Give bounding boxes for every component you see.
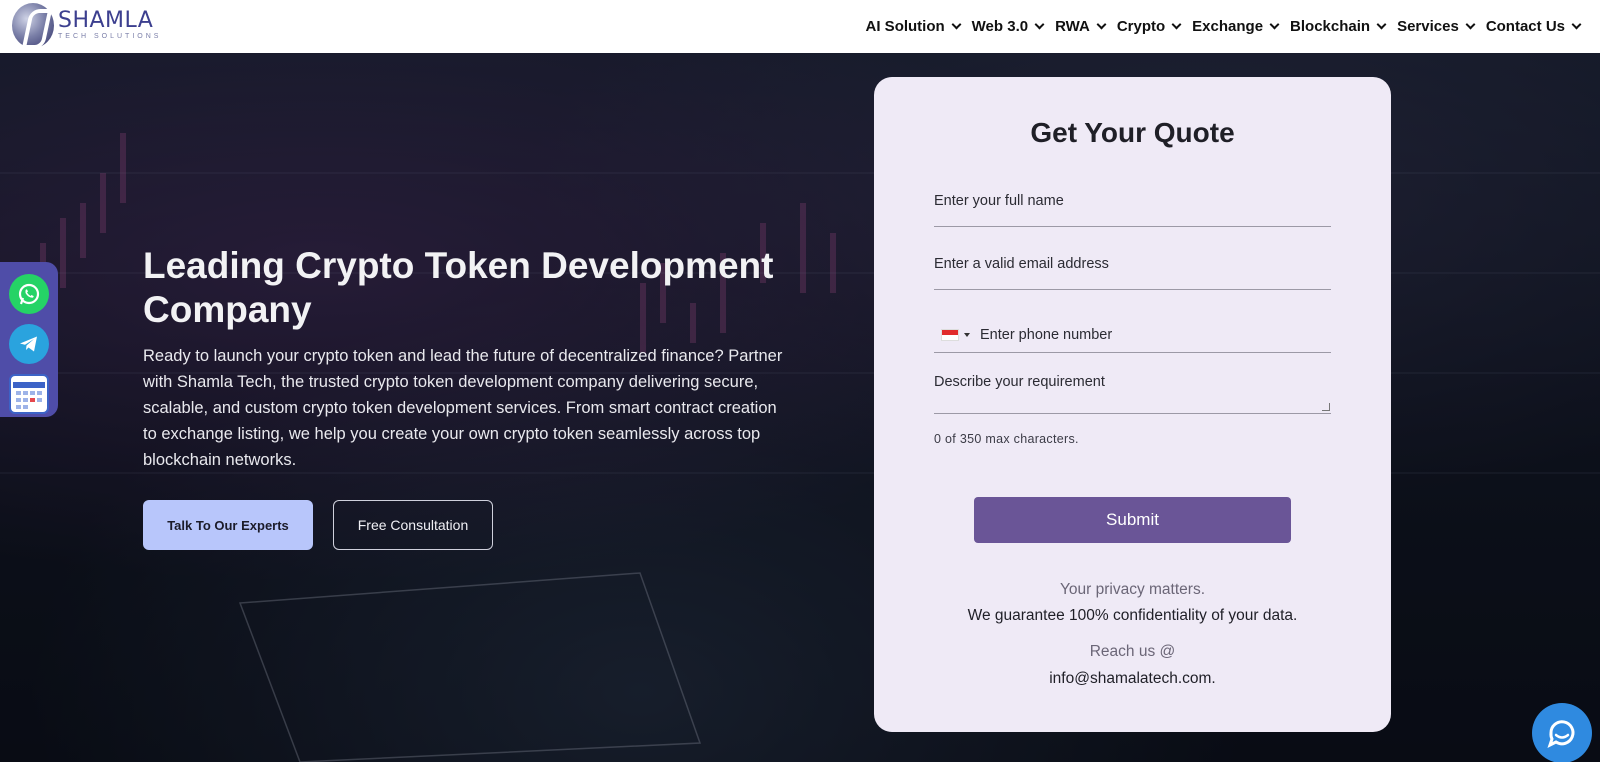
email-input[interactable] — [934, 256, 1331, 272]
chevron-down-icon — [1571, 19, 1582, 29]
talk-to-experts-button[interactable]: Talk To Our Experts — [143, 500, 313, 550]
form-title: Get Your Quote — [1030, 117, 1235, 148]
nav-item-web3[interactable]: Web 3.0 — [966, 18, 1049, 35]
submit-button[interactable]: Submit — [974, 497, 1291, 543]
chevron-down-icon — [1376, 19, 1387, 29]
email-field-wrapper — [934, 255, 1331, 290]
country-dropdown-caret-icon[interactable] — [964, 332, 970, 337]
chevron-down-icon — [951, 19, 962, 29]
nav-label: Crypto — [1116, 18, 1166, 35]
hero-description: Ready to launch your crypto token and le… — [143, 347, 783, 469]
contact-email-link[interactable]: info@shamalatech.com. — [874, 670, 1391, 688]
nav-label: AI Solution — [865, 18, 945, 35]
privacy-statement: We guarantee 100% confidentiality of you… — [967, 607, 1298, 624]
full-name-field-wrapper — [934, 192, 1331, 227]
telegram-glyph — [20, 336, 37, 352]
nav-label: Contact Us — [1485, 18, 1565, 35]
country-flag-icon[interactable] — [941, 328, 959, 341]
logo-icon — [12, 3, 54, 48]
chevron-down-icon — [1034, 19, 1045, 29]
requirement-field-wrapper — [934, 374, 1331, 414]
chat-widget-button[interactable] — [1532, 703, 1592, 762]
brand-name: SHAMLA — [58, 7, 154, 33]
free-consultation-button[interactable]: Free Consultation — [333, 500, 493, 550]
character-count: 0 of 350 max characters. — [934, 432, 1079, 446]
logo-text: SHAMLA TECH SOLUTIONS — [58, 7, 162, 42]
whatsapp-icon[interactable] — [9, 274, 49, 314]
brand-logo[interactable]: SHAMLA TECH SOLUTIONS — [12, 3, 161, 48]
chevron-down-icon — [1096, 19, 1107, 29]
nav-item-ai-solution[interactable]: AI Solution — [860, 18, 966, 35]
quote-form-card: Get Your Quote 0 of 350 max characters. … — [874, 77, 1391, 732]
nav-label: Exchange — [1192, 18, 1264, 35]
telegram-icon[interactable] — [9, 324, 49, 364]
phone-input[interactable] — [980, 326, 1331, 343]
nav-label: Services — [1397, 18, 1459, 35]
calendar-glyph — [13, 382, 45, 409]
chevron-down-icon — [1465, 19, 1476, 29]
nav-item-services[interactable]: Services — [1391, 18, 1480, 35]
site-header: SHAMLA TECH SOLUTIONS AI Solution Web 3.… — [0, 0, 1600, 53]
chevron-down-icon — [1171, 19, 1182, 29]
phone-field-wrapper — [934, 317, 1331, 353]
brand-tagline: TECH SOLUTIONS — [58, 32, 162, 40]
chat-icon — [1547, 720, 1575, 748]
full-name-input[interactable] — [934, 193, 1331, 209]
reach-us-label: Reach us @ — [1089, 643, 1176, 660]
whatsapp-glyph — [18, 283, 40, 305]
nav-item-crypto[interactable]: Crypto — [1111, 18, 1186, 35]
resize-handle-icon[interactable] — [1322, 403, 1330, 411]
social-sidebar — [0, 262, 58, 417]
chevron-down-icon — [1269, 19, 1280, 29]
nav-item-blockchain[interactable]: Blockchain — [1284, 18, 1391, 35]
nav-label: Web 3.0 — [971, 18, 1029, 35]
nav-item-exchange[interactable]: Exchange — [1186, 18, 1284, 35]
nav-item-contact-us[interactable]: Contact Us — [1480, 18, 1586, 35]
nav-item-rwa[interactable]: RWA — [1049, 18, 1111, 35]
calendar-icon[interactable] — [9, 374, 49, 414]
main-nav: AI Solution Web 3.0 RWA Crypto Exchange … — [860, 0, 1586, 53]
privacy-heading: Your privacy matters. — [1059, 581, 1205, 598]
hero-title: Leading Crypto Token Development Company — [143, 245, 774, 330]
nav-label: RWA — [1055, 18, 1090, 35]
nav-label: Blockchain — [1290, 18, 1371, 35]
requirement-textarea[interactable] — [934, 374, 1331, 412]
